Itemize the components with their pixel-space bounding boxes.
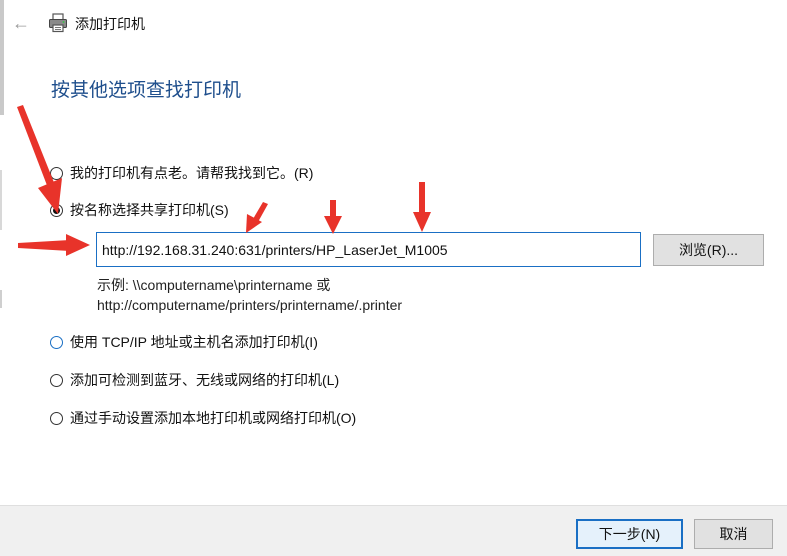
- dialog-footer: 下一步(N) 取消: [0, 505, 787, 556]
- page-heading: 按其他选项查找打印机: [51, 80, 242, 101]
- cancel-button[interactable]: 取消: [694, 519, 773, 549]
- printer-icon: [49, 13, 67, 33]
- arrow-annotation-icon: [246, 214, 262, 233]
- next-button[interactable]: 下一步(N): [576, 519, 683, 549]
- radio-button[interactable]: [50, 166, 63, 180]
- option-bluetooth-wireless-network[interactable]: 添加可检测到蓝牙、无线或网络的打印机(L): [50, 369, 339, 391]
- example-line-1: 示例: \\computername\printername 或: [97, 277, 331, 293]
- arrow-annotation-icon: [419, 182, 425, 214]
- arrow-annotation-icon: [330, 200, 336, 218]
- option-shared-printer-by-name[interactable]: 按名称选择共享打印机(S): [50, 199, 229, 221]
- option-label: 通过手动设置添加本地打印机或网络打印机(O): [70, 410, 357, 426]
- background-window-edge: [0, 0, 4, 555]
- option-label: 添加可检测到蓝牙、无线或网络的打印机(L): [70, 372, 340, 388]
- radio-button[interactable]: [50, 411, 63, 425]
- title-bar: ← 添加打印机: [0, 0, 787, 48]
- shared-printer-name-input[interactable]: [96, 232, 641, 267]
- option-label: 使用 TCP/IP 地址或主机名添加打印机(I): [70, 334, 318, 350]
- back-arrow-icon[interactable]: ←: [10, 12, 32, 34]
- arrow-annotation-icon: [253, 202, 268, 222]
- example-line-2: http://computername/printers/printername…: [97, 297, 403, 313]
- radio-button-selected[interactable]: [50, 203, 63, 217]
- radio-button[interactable]: [50, 373, 63, 387]
- arrow-annotation-icon: [66, 234, 90, 256]
- option-label: 我的打印机有点老。请帮我找到它。(R): [70, 165, 314, 181]
- arrow-annotation-icon: [413, 212, 431, 232]
- example-text: 示例: \\computername\printername 或 http://…: [97, 275, 402, 315]
- radio-button[interactable]: [50, 335, 63, 349]
- option-manual-local-network[interactable]: 通过手动设置添加本地打印机或网络打印机(O): [50, 407, 356, 429]
- option-tcpip[interactable]: 使用 TCP/IP 地址或主机名添加打印机(I): [50, 331, 318, 353]
- browse-button[interactable]: 浏览(R)...: [653, 234, 764, 266]
- option-label: 按名称选择共享打印机(S): [70, 202, 229, 218]
- option-old-printer[interactable]: 我的打印机有点老。请帮我找到它。(R): [50, 162, 313, 184]
- arrow-annotation-icon: [18, 240, 70, 251]
- window-title: 添加打印机: [75, 16, 145, 32]
